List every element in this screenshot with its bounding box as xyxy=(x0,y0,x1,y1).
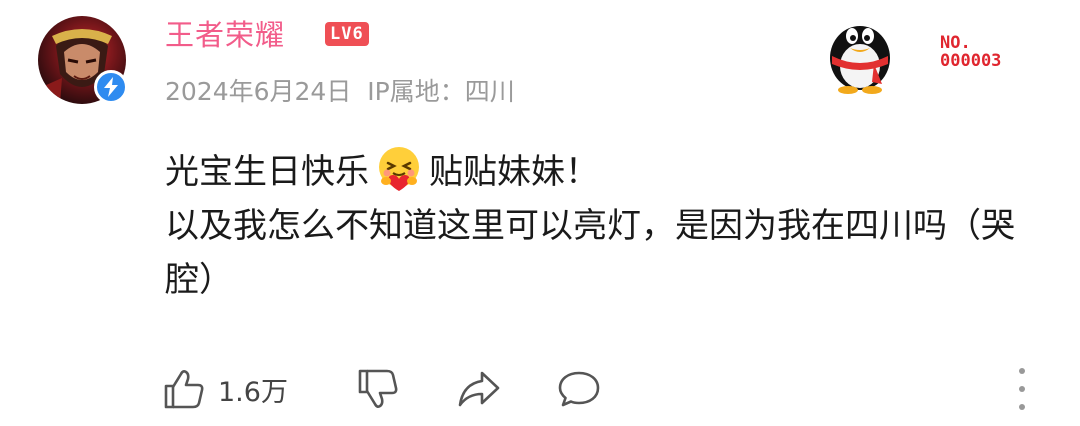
level-badge: LV6 xyxy=(325,22,369,46)
username[interactable]: 王者荣耀 xyxy=(165,12,285,54)
like-button[interactable]: 1.6万 xyxy=(162,366,288,412)
comment-body: 光宝生日快乐 贴贴妹妹！ 以及我怎么不知道这里可以亮灯，是因为我在四川吗（哭腔） xyxy=(165,145,1045,307)
thumbs-down-icon xyxy=(358,369,398,408)
like-count: 1.6万 xyxy=(218,376,288,408)
comment-text-1b: 贴贴妹妹！ xyxy=(429,152,599,192)
ip-location: IP属地：四川 xyxy=(367,77,515,106)
hug-emoji-icon xyxy=(375,145,423,193)
badge-no-value: 000003 xyxy=(940,51,1002,71)
comment-date: 2024年6月24日 xyxy=(165,77,352,106)
comment-text-1a: 光宝生日快乐 xyxy=(165,152,369,192)
reply-button[interactable] xyxy=(556,366,602,412)
verified-icon xyxy=(94,70,128,104)
comment-bubble-icon xyxy=(558,371,600,407)
dislike-button[interactable] xyxy=(356,366,400,412)
share-icon xyxy=(458,371,500,407)
comment-meta: 2024年6月24日 IP属地：四川 xyxy=(165,72,515,108)
more-options-icon[interactable] xyxy=(1010,368,1034,410)
thumbs-up-icon xyxy=(164,370,204,409)
share-button[interactable] xyxy=(456,366,502,412)
action-bar: 1.6万 xyxy=(162,366,1042,412)
comment-line-1: 光宝生日快乐 贴贴妹妹！ xyxy=(165,145,1045,199)
badge-number: NO. 000003 xyxy=(940,34,1001,70)
badge-no-label: NO. xyxy=(940,33,971,53)
comment-line-2: 以及我怎么不知道这里可以亮灯，是因为我在四川吗（哭腔） xyxy=(165,206,1015,300)
penguin-badge-icon xyxy=(822,10,898,94)
